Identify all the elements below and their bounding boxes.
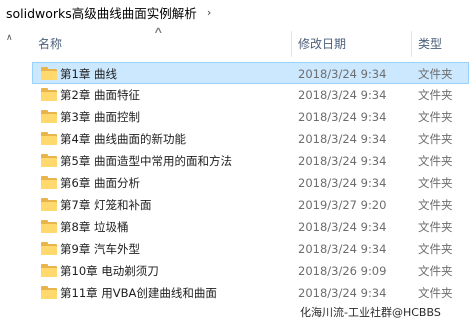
scroll-up-arrow-icon[interactable]: ∧ <box>6 33 18 43</box>
file-row[interactable]: 第9章 汽车外型 2018/3/24 9:34 文件夹 <box>33 238 469 260</box>
file-type: 文件夹 <box>418 198 453 212</box>
file-type: 文件夹 <box>418 154 453 168</box>
watermark: 化海川流-工业社群@HCBBS <box>300 306 441 319</box>
file-row[interactable]: 第4章 曲线曲面的新功能 2018/3/24 9:34 文件夹 <box>33 128 469 150</box>
folder-icon <box>41 132 57 145</box>
file-row[interactable]: 第8章 垃圾桶 2018/3/24 9:34 文件夹 <box>33 216 469 238</box>
column-divider[interactable] <box>291 31 292 57</box>
column-divider[interactable] <box>411 31 412 57</box>
folder-icon <box>41 88 57 101</box>
file-name: 第4章 曲线曲面的新功能 <box>60 132 186 146</box>
file-name: 第10章 电动剃须刀 <box>60 264 159 278</box>
folder-icon <box>41 198 57 211</box>
file-name: 第8章 垃圾桶 <box>60 220 129 234</box>
folder-icon <box>41 67 57 80</box>
folder-icon <box>41 220 57 233</box>
file-date: 2018/3/24 9:34 <box>298 67 387 81</box>
file-row[interactable]: 第11章 用VBA创建曲线和曲面 2018/3/24 9:34 文件夹 <box>33 282 469 304</box>
folder-icon <box>41 154 57 167</box>
file-date: 2018/3/24 9:34 <box>298 88 387 102</box>
file-name: 第3章 曲面控制 <box>60 110 140 124</box>
file-row[interactable]: 第1章 曲线 2018/3/24 9:34 文件夹 <box>32 62 469 84</box>
file-type: 文件夹 <box>418 220 453 234</box>
file-name: 第6章 曲面分析 <box>60 176 140 190</box>
file-date: 2018/3/24 9:34 <box>298 220 387 234</box>
file-name: 第2章 曲面特征 <box>60 88 140 102</box>
file-list: 第1章 曲线 2018/3/24 9:34 文件夹 第2章 曲面特征 2018/3/24… <box>32 62 469 304</box>
file-date: 2018/3/24 9:34 <box>298 132 387 146</box>
file-date: 2018/3/26 9:09 <box>298 264 387 278</box>
file-row[interactable]: 第10章 电动剃须刀 2018/3/26 9:09 文件夹 <box>33 260 469 282</box>
file-type: 文件夹 <box>418 88 453 102</box>
chevron-right-icon[interactable]: › <box>207 6 211 19</box>
file-row[interactable]: 第3章 曲面控制 2018/3/24 9:34 文件夹 <box>33 106 469 128</box>
file-row[interactable]: 第7章 灯笼和补面 2019/3/27 9:20 文件夹 <box>33 194 469 216</box>
file-date: 2018/3/24 9:34 <box>298 286 387 300</box>
folder-icon <box>41 242 57 255</box>
file-date: 2019/3/27 9:20 <box>298 198 387 212</box>
file-date: 2018/3/24 9:34 <box>298 110 387 124</box>
folder-icon <box>41 264 57 277</box>
folder-icon <box>41 110 57 123</box>
file-name: 第1章 曲线 <box>60 67 117 81</box>
folder-icon <box>41 286 57 299</box>
file-date: 2018/3/24 9:34 <box>298 176 387 190</box>
file-name: 第5章 曲面造型中常用的面和方法 <box>60 154 232 168</box>
file-date: 2018/3/24 9:34 <box>298 154 387 168</box>
column-header-type[interactable]: 类型 <box>418 28 442 58</box>
file-type: 文件夹 <box>418 176 453 190</box>
folder-icon <box>41 176 57 189</box>
file-type: 文件夹 <box>418 242 453 256</box>
file-type: 文件夹 <box>418 286 453 300</box>
file-row[interactable]: 第2章 曲面特征 2018/3/24 9:34 文件夹 <box>33 84 469 106</box>
file-name: 第9章 汽车外型 <box>60 242 140 256</box>
breadcrumb: solidworks高级曲线曲面实例解析 › <box>0 0 469 24</box>
column-header-date[interactable]: 修改日期 <box>298 28 346 58</box>
file-date: 2018/3/24 9:34 <box>298 242 387 256</box>
file-name: 第11章 用VBA创建曲线和曲面 <box>60 286 217 300</box>
file-row[interactable]: 第5章 曲面造型中常用的面和方法 2018/3/24 9:34 文件夹 <box>33 150 469 172</box>
file-name: 第7章 灯笼和补面 <box>60 198 152 212</box>
breadcrumb-folder[interactable]: solidworks高级曲线曲面实例解析 <box>6 3 197 22</box>
column-header-row: ∧ 名称 修改日期 类型 <box>28 26 469 58</box>
file-row[interactable]: 第6章 曲面分析 2018/3/24 9:34 文件夹 <box>33 172 469 194</box>
file-type: 文件夹 <box>418 264 453 278</box>
column-header-name[interactable]: 名称 <box>38 28 62 58</box>
file-type: 文件夹 <box>418 110 453 124</box>
file-type: 文件夹 <box>418 132 453 146</box>
sort-ascending-icon: ∧ <box>153 26 164 36</box>
file-type: 文件夹 <box>418 67 453 81</box>
